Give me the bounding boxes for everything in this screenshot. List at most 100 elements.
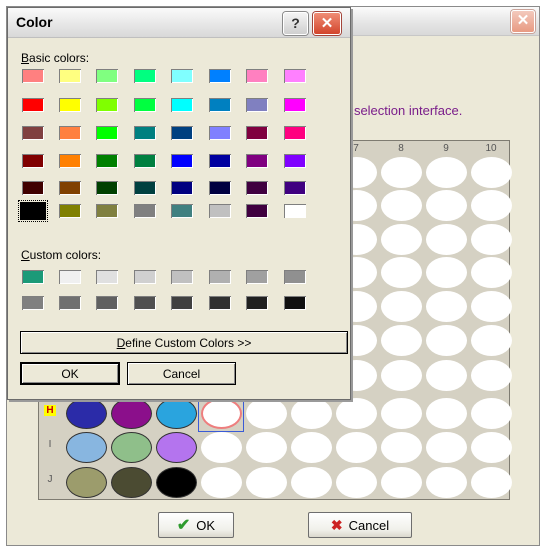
dialog-close-button[interactable]: ✕ [313, 12, 341, 35]
plate-well[interactable] [426, 325, 467, 356]
basic-color-swatch[interactable] [96, 154, 118, 168]
custom-color-swatch[interactable] [284, 296, 306, 310]
basic-color-swatch[interactable] [22, 126, 44, 140]
plate-well[interactable] [471, 291, 512, 322]
basic-color-swatch[interactable] [246, 181, 268, 195]
plate-well[interactable] [381, 432, 422, 463]
plate-well[interactable] [111, 398, 152, 429]
custom-color-swatch[interactable] [171, 270, 193, 284]
custom-color-swatch[interactable] [246, 270, 268, 284]
basic-color-swatch[interactable] [22, 69, 44, 83]
background-ok-button[interactable]: ✔ OK [158, 512, 234, 538]
plate-well[interactable] [426, 360, 467, 391]
plate-well[interactable] [471, 190, 512, 221]
plate-well[interactable] [336, 432, 377, 463]
basic-color-swatch[interactable] [284, 98, 306, 112]
basic-color-swatch[interactable] [284, 69, 306, 83]
basic-color-swatch[interactable] [209, 181, 231, 195]
plate-well[interactable] [291, 467, 332, 498]
plate-well[interactable] [381, 190, 422, 221]
plate-well[interactable] [426, 157, 467, 188]
custom-color-swatch[interactable] [209, 270, 231, 284]
basic-color-swatch[interactable] [246, 126, 268, 140]
plate-well[interactable] [156, 467, 197, 498]
basic-color-swatch[interactable] [134, 181, 156, 195]
basic-color-swatch[interactable] [96, 126, 118, 140]
plate-well[interactable] [66, 467, 107, 498]
plate-well[interactable] [381, 291, 422, 322]
plate-well[interactable] [291, 398, 332, 429]
plate-well[interactable] [426, 224, 467, 255]
plate-well[interactable] [471, 360, 512, 391]
plate-well[interactable] [201, 467, 242, 498]
plate-well[interactable] [291, 432, 332, 463]
basic-color-swatch[interactable] [284, 154, 306, 168]
plate-well[interactable] [471, 432, 512, 463]
basic-color-swatch[interactable] [134, 154, 156, 168]
custom-color-swatch[interactable] [171, 296, 193, 310]
basic-color-swatch[interactable] [96, 181, 118, 195]
plate-well[interactable] [381, 157, 422, 188]
basic-color-swatch[interactable] [96, 69, 118, 83]
basic-color-swatch[interactable] [284, 181, 306, 195]
basic-color-swatch[interactable] [171, 69, 193, 83]
basic-color-swatch[interactable] [59, 98, 81, 112]
plate-well[interactable] [111, 467, 152, 498]
custom-color-swatch[interactable] [134, 270, 156, 284]
basic-color-swatch[interactable] [246, 204, 268, 218]
help-button[interactable]: ? [283, 12, 308, 35]
custom-color-swatch[interactable] [59, 270, 81, 284]
plate-well[interactable] [381, 360, 422, 391]
basic-color-swatch[interactable] [171, 98, 193, 112]
custom-color-swatch[interactable] [96, 270, 118, 284]
basic-color-swatch[interactable] [209, 98, 231, 112]
custom-color-swatch[interactable] [209, 296, 231, 310]
background-close-button[interactable]: ✕ [511, 10, 535, 33]
basic-color-swatch[interactable] [134, 126, 156, 140]
plate-well[interactable] [471, 398, 512, 429]
dialog-ok-button[interactable]: OK [20, 362, 120, 385]
plate-well[interactable] [111, 432, 152, 463]
basic-color-swatch[interactable] [284, 126, 306, 140]
plate-well[interactable] [381, 325, 422, 356]
plate-well[interactable] [471, 257, 512, 288]
basic-color-swatch[interactable] [134, 69, 156, 83]
basic-color-swatch[interactable] [284, 204, 306, 218]
plate-well[interactable] [246, 467, 287, 498]
basic-color-swatch[interactable] [59, 126, 81, 140]
plate-well[interactable] [66, 398, 107, 429]
custom-color-swatch[interactable] [22, 296, 44, 310]
basic-color-swatch[interactable] [96, 98, 118, 112]
basic-color-swatch[interactable] [59, 181, 81, 195]
basic-color-swatch[interactable] [22, 154, 44, 168]
dialog-cancel-button[interactable]: Cancel [127, 362, 236, 385]
plate-well[interactable] [201, 432, 242, 463]
define-custom-colors-button[interactable]: Define Custom Colors >> [20, 331, 348, 354]
plate-well[interactable] [426, 467, 467, 498]
basic-color-swatch[interactable] [171, 181, 193, 195]
basic-color-swatch[interactable] [246, 154, 268, 168]
custom-color-swatch[interactable] [96, 296, 118, 310]
background-cancel-button[interactable]: ✖ Cancel [308, 512, 412, 538]
plate-well[interactable] [426, 257, 467, 288]
plate-well[interactable] [426, 291, 467, 322]
plate-well[interactable] [156, 432, 197, 463]
custom-color-swatch[interactable] [246, 296, 268, 310]
basic-color-swatch[interactable] [18, 200, 48, 222]
basic-color-swatch[interactable] [171, 126, 193, 140]
basic-color-swatch[interactable] [209, 154, 231, 168]
plate-well[interactable] [471, 325, 512, 356]
basic-color-swatch[interactable] [22, 98, 44, 112]
plate-well[interactable] [381, 398, 422, 429]
plate-well[interactable] [246, 398, 287, 429]
basic-color-swatch[interactable] [59, 204, 81, 218]
custom-color-swatch[interactable] [134, 296, 156, 310]
basic-color-swatch[interactable] [134, 204, 156, 218]
plate-well[interactable] [381, 257, 422, 288]
basic-color-swatch[interactable] [209, 204, 231, 218]
plate-well[interactable] [426, 398, 467, 429]
basic-color-swatch[interactable] [134, 98, 156, 112]
custom-color-swatch[interactable] [22, 270, 44, 284]
plate-well[interactable] [336, 398, 377, 429]
plate-well[interactable] [426, 190, 467, 221]
